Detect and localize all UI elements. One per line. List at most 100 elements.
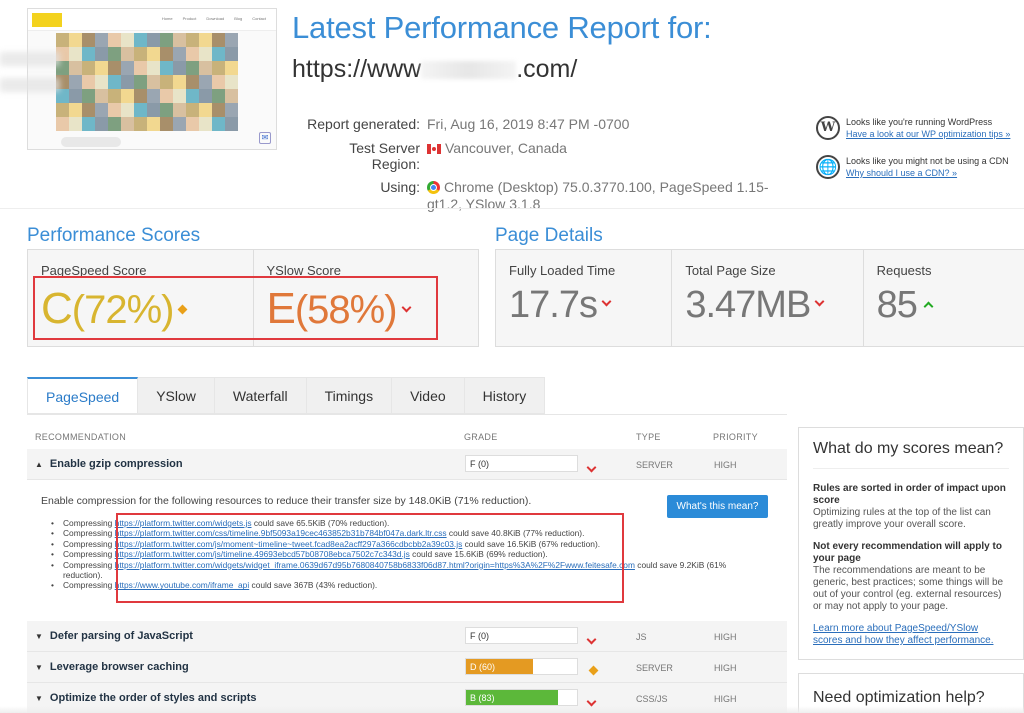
mosaic-tile bbox=[225, 61, 238, 75]
col-priority: PRIORITY bbox=[713, 432, 758, 442]
rule-name-text: Enable gzip compression bbox=[49, 458, 183, 470]
thumbnail-nav-item: Home bbox=[161, 16, 173, 21]
mosaic-tile bbox=[186, 47, 199, 61]
mosaic-tile bbox=[108, 47, 121, 61]
help-heading: Rules are sorted in order of impact upon… bbox=[813, 483, 1006, 506]
rule-name-text: Leverage browser caching bbox=[49, 661, 189, 673]
mosaic-tile bbox=[95, 89, 108, 103]
page-size-value: 3.47MB bbox=[685, 284, 849, 327]
rule-priority: HIGH bbox=[714, 663, 737, 673]
mosaic-tile bbox=[147, 47, 160, 61]
table-row[interactable]: ▼ Leverage browser caching D (60) SERVER … bbox=[27, 652, 787, 683]
grade-bar: B (83) bbox=[465, 689, 578, 706]
item-prefix: Compressing bbox=[63, 549, 115, 560]
scores-help-panel: What do my scores mean? Rules are sorted… bbox=[798, 427, 1024, 660]
rule-priority: HIGH bbox=[714, 460, 737, 470]
chevron-up-icon bbox=[923, 301, 934, 312]
page-details-title: Page Details bbox=[495, 225, 603, 246]
report-meta: Report generated: Fri, Aug 16, 2019 8:47… bbox=[300, 116, 799, 220]
mosaic-tile bbox=[225, 103, 238, 117]
learn-more-link[interactable]: Learn more about PageSpeed/YSlow scores … bbox=[813, 623, 1009, 647]
report-url: https://www .com/ bbox=[292, 55, 577, 84]
grade-text: F (0) bbox=[470, 631, 489, 641]
grade-text: B (83) bbox=[470, 693, 495, 703]
mosaic-tile bbox=[160, 61, 173, 75]
wp-optimization-link[interactable]: Have a look at our WP optimization tips … bbox=[846, 129, 1010, 139]
mosaic-tile bbox=[121, 117, 134, 131]
thumbnail-pixelated-image bbox=[56, 33, 238, 131]
mosaic-tile bbox=[82, 33, 95, 47]
table-row[interactable]: ▲ Enable gzip compression F (0) SERVER HI… bbox=[27, 449, 787, 480]
optimization-help-title: Need optimization help? bbox=[813, 689, 985, 706]
mosaic-tile bbox=[121, 33, 134, 47]
cdn-link[interactable]: Why should I use a CDN? » bbox=[846, 168, 957, 178]
tab-yslow[interactable]: YSlow bbox=[138, 377, 215, 414]
mosaic-tile bbox=[95, 117, 108, 131]
page-size-cell: Total Page Size 3.47MB bbox=[672, 250, 864, 346]
expand-arrow-icon: ▼ bbox=[35, 632, 43, 641]
mosaic-tile bbox=[199, 61, 212, 75]
item-prefix: Compressing bbox=[63, 559, 115, 570]
tab-pagespeed[interactable]: PageSpeed bbox=[27, 377, 139, 414]
rule-type: JS bbox=[636, 632, 647, 642]
blurred-element bbox=[0, 52, 60, 66]
thumbnail-nav-item: Product bbox=[182, 16, 197, 21]
mosaic-tile bbox=[82, 117, 95, 131]
grade-bar: F (0) bbox=[465, 627, 578, 644]
mosaic-tile bbox=[108, 103, 121, 117]
rule-details-intro: Enable compression for the following res… bbox=[41, 495, 532, 507]
whats-this-mean-button[interactable]: What's this mean? bbox=[667, 495, 768, 518]
thumbnail-nav-item: Blog bbox=[234, 16, 243, 21]
tab-history[interactable]: History bbox=[464, 377, 546, 414]
tab-timings[interactable]: Timings bbox=[306, 377, 393, 414]
mosaic-tile bbox=[108, 33, 121, 47]
mosaic-tile bbox=[147, 75, 160, 89]
tab-video[interactable]: Video bbox=[392, 377, 465, 414]
mosaic-tile bbox=[147, 33, 160, 47]
mosaic-tile bbox=[69, 33, 82, 47]
mosaic-tile bbox=[173, 89, 186, 103]
mosaic-tile bbox=[95, 75, 108, 89]
mosaic-tile bbox=[186, 117, 199, 131]
mosaic-tile bbox=[82, 61, 95, 75]
mosaic-tile bbox=[56, 103, 69, 117]
canada-flag-icon bbox=[427, 144, 441, 154]
mosaic-tile bbox=[82, 103, 95, 117]
mosaic-tile bbox=[225, 33, 238, 47]
mosaic-tile bbox=[82, 89, 95, 103]
mosaic-tile bbox=[225, 75, 238, 89]
mosaic-tile bbox=[147, 103, 160, 117]
rule-name-text: Defer parsing of JavaScript bbox=[49, 630, 193, 642]
requests-value: 85 bbox=[877, 284, 1011, 327]
tab-waterfall[interactable]: Waterfall bbox=[214, 377, 307, 414]
performance-scores-title: Performance Scores bbox=[27, 225, 201, 246]
loaded-time-number: 17.7s bbox=[509, 284, 598, 326]
site-thumbnail[interactable]: Home Product Download Blog Contact ✉ bbox=[27, 8, 277, 150]
globe-icon: 🌐 bbox=[816, 155, 840, 179]
tab-underline bbox=[27, 414, 787, 415]
requests-number: 85 bbox=[876, 284, 918, 326]
mosaic-tile bbox=[160, 75, 173, 89]
cdn-note-text: Looks like you might not be using a CDN bbox=[846, 156, 1009, 166]
mosaic-tile bbox=[121, 75, 134, 89]
mosaic-tile bbox=[186, 89, 199, 103]
mosaic-tile bbox=[186, 61, 199, 75]
rule-type: SERVER bbox=[636, 663, 673, 673]
page-title: Latest Performance Report for: bbox=[292, 10, 712, 45]
mosaic-tile bbox=[56, 33, 69, 47]
page-size-number: 3.47MB bbox=[685, 284, 811, 326]
item-prefix: Compressing bbox=[63, 528, 115, 539]
page-size-label: Total Page Size bbox=[685, 263, 776, 278]
mosaic-tile bbox=[108, 89, 121, 103]
rule-priority: HIGH bbox=[714, 694, 737, 704]
thumbnail-nav-item: Download bbox=[206, 16, 225, 21]
col-grade: GRADE bbox=[464, 432, 498, 442]
mosaic-tile bbox=[160, 89, 173, 103]
collapse-arrow-icon: ▲ bbox=[35, 460, 43, 469]
mosaic-tile bbox=[212, 47, 225, 61]
mosaic-tile bbox=[212, 33, 225, 47]
table-row[interactable]: ▼ Defer parsing of JavaScript F (0) JS HI… bbox=[27, 621, 787, 652]
loaded-time-label: Fully Loaded Time bbox=[509, 263, 616, 278]
mosaic-tile bbox=[134, 117, 147, 131]
mosaic-tile bbox=[95, 61, 108, 75]
